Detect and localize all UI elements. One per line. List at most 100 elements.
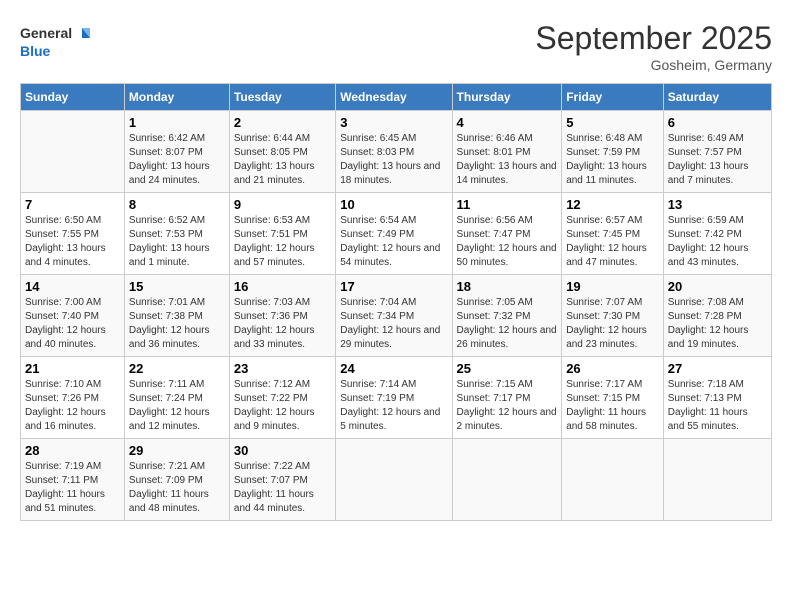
calendar-cell: 2 Sunrise: 6:44 AMSunset: 8:05 PMDaylight… (229, 111, 335, 193)
calendar-cell: 15 Sunrise: 7:01 AMSunset: 7:38 PMDayligh… (124, 275, 229, 357)
calendar-cell: 30 Sunrise: 7:22 AMSunset: 7:07 PMDayligh… (229, 439, 335, 521)
day-header-monday: Monday (124, 84, 229, 111)
calendar-cell: 8Sunrise: 6:52 AMSunset: 7:53 PMDaylight… (124, 193, 229, 275)
day-info: Sunrise: 6:57 AMSunset: 7:45 PMDaylight:… (566, 214, 659, 270)
day-info: Sunrise: 6:46 AMSunset: 8:01 PMDaylight:… (457, 132, 558, 188)
day-number: 7 (25, 197, 120, 212)
day-info: Sunrise: 7:21 AMSunset: 7:09 PMDaylight:… (129, 460, 225, 516)
day-info: Sunrise: 7:17 AMSunset: 7:15 PMDaylight:… (566, 378, 659, 434)
week-row-2: 7 Sunrise: 6:50 AMSunset: 7:55 PMDaylight… (21, 193, 772, 275)
page-header: General Blue September 2025 Gosheim, Ger… (20, 20, 772, 73)
calendar-cell: 12 Sunrise: 6:57 AMSunset: 7:45 PMDayligh… (562, 193, 664, 275)
day-info: Sunrise: 7:05 AMSunset: 7:32 PMDaylight:… (457, 296, 558, 352)
calendar-cell (336, 439, 452, 521)
day-header-wednesday: Wednesday (336, 84, 452, 111)
day-number: 29 (129, 443, 225, 458)
day-info: Sunrise: 7:15 AMSunset: 7:17 PMDaylight:… (457, 378, 558, 434)
day-info: Sunrise: 7:01 AMSunset: 7:38 PMDaylight:… (129, 296, 225, 352)
day-number: 24 (340, 361, 447, 376)
month-title: September 2025 (535, 20, 772, 57)
calendar-cell: 11 Sunrise: 6:56 AMSunset: 7:47 PMDayligh… (452, 193, 562, 275)
calendar-cell: 27 Sunrise: 7:18 AMSunset: 7:13 PMDayligh… (663, 357, 771, 439)
day-header-tuesday: Tuesday (229, 84, 335, 111)
day-number: 4 (457, 115, 558, 130)
calendar-cell: 20Sunrise: 7:08 AMSunset: 7:28 PMDayligh… (663, 275, 771, 357)
calendar-cell: 22Sunrise: 7:11 AMSunset: 7:24 PMDayligh… (124, 357, 229, 439)
day-info: Sunrise: 6:59 AMSunset: 7:42 PMDaylight:… (668, 214, 767, 270)
logo: General Blue (20, 20, 90, 65)
day-header-friday: Friday (562, 84, 664, 111)
calendar-cell: 14 Sunrise: 7:00 AMSunset: 7:40 PMDayligh… (21, 275, 125, 357)
day-info: Sunrise: 6:42 AMSunset: 8:07 PMDaylight:… (129, 132, 225, 188)
day-info: Sunrise: 6:44 AMSunset: 8:05 PMDaylight:… (234, 132, 331, 188)
day-info: Sunrise: 6:52 AMSunset: 7:53 PMDaylight:… (129, 214, 225, 270)
day-number: 15 (129, 279, 225, 294)
calendar-cell: 23 Sunrise: 7:12 AMSunset: 7:22 PMDayligh… (229, 357, 335, 439)
day-info: Sunrise: 7:19 AMSunset: 7:11 PMDaylight:… (25, 460, 120, 516)
day-info: Sunrise: 6:56 AMSunset: 7:47 PMDaylight:… (457, 214, 558, 270)
day-info: Sunrise: 7:04 AMSunset: 7:34 PMDaylight:… (340, 296, 447, 352)
day-number: 17 (340, 279, 447, 294)
day-info: Sunrise: 6:53 AMSunset: 7:51 PMDaylight:… (234, 214, 331, 270)
day-number: 2 (234, 115, 331, 130)
week-row-3: 14 Sunrise: 7:00 AMSunset: 7:40 PMDayligh… (21, 275, 772, 357)
day-number: 11 (457, 197, 558, 212)
header-row: SundayMondayTuesdayWednesdayThursdayFrid… (21, 84, 772, 111)
title-section: September 2025 Gosheim, Germany (535, 20, 772, 73)
day-number: 30 (234, 443, 331, 458)
calendar-table: SundayMondayTuesdayWednesdayThursdayFrid… (20, 83, 772, 521)
svg-text:Blue: Blue (20, 43, 51, 59)
day-info: Sunrise: 6:50 AMSunset: 7:55 PMDaylight:… (25, 214, 120, 270)
calendar-cell: 1 Sunrise: 6:42 AMSunset: 8:07 PMDaylight… (124, 111, 229, 193)
day-number: 19 (566, 279, 659, 294)
day-header-saturday: Saturday (663, 84, 771, 111)
day-info: Sunrise: 7:07 AMSunset: 7:30 PMDaylight:… (566, 296, 659, 352)
day-number: 3 (340, 115, 447, 130)
day-info: Sunrise: 6:54 AMSunset: 7:49 PMDaylight:… (340, 214, 447, 270)
day-number: 9 (234, 197, 331, 212)
calendar-cell: 4 Sunrise: 6:46 AMSunset: 8:01 PMDaylight… (452, 111, 562, 193)
day-info: Sunrise: 7:14 AMSunset: 7:19 PMDaylight:… (340, 378, 447, 434)
calendar-cell: 7 Sunrise: 6:50 AMSunset: 7:55 PMDaylight… (21, 193, 125, 275)
day-info: Sunrise: 6:49 AMSunset: 7:57 PMDaylight:… (668, 132, 767, 188)
svg-text:General: General (20, 25, 72, 41)
calendar-cell: 25Sunrise: 7:15 AMSunset: 7:17 PMDayligh… (452, 357, 562, 439)
calendar-cell (663, 439, 771, 521)
logo-svg: General Blue (20, 20, 90, 65)
calendar-cell: 6 Sunrise: 6:49 AMSunset: 7:57 PMDaylight… (663, 111, 771, 193)
calendar-cell (21, 111, 125, 193)
location: Gosheim, Germany (535, 57, 772, 73)
day-info: Sunrise: 7:10 AMSunset: 7:26 PMDaylight:… (25, 378, 120, 434)
calendar-cell: 5Sunrise: 6:48 AMSunset: 7:59 PMDaylight… (562, 111, 664, 193)
day-number: 18 (457, 279, 558, 294)
day-number: 20 (668, 279, 767, 294)
day-info: Sunrise: 7:00 AMSunset: 7:40 PMDaylight:… (25, 296, 120, 352)
day-info: Sunrise: 6:45 AMSunset: 8:03 PMDaylight:… (340, 132, 447, 188)
day-number: 12 (566, 197, 659, 212)
calendar-cell: 17 Sunrise: 7:04 AMSunset: 7:34 PMDayligh… (336, 275, 452, 357)
day-number: 6 (668, 115, 767, 130)
day-number: 14 (25, 279, 120, 294)
day-number: 1 (129, 115, 225, 130)
day-number: 27 (668, 361, 767, 376)
calendar-cell (562, 439, 664, 521)
calendar-cell (452, 439, 562, 521)
calendar-cell: 16Sunrise: 7:03 AMSunset: 7:36 PMDayligh… (229, 275, 335, 357)
day-number: 26 (566, 361, 659, 376)
day-number: 21 (25, 361, 120, 376)
calendar-cell: 24 Sunrise: 7:14 AMSunset: 7:19 PMDayligh… (336, 357, 452, 439)
day-info: Sunrise: 7:18 AMSunset: 7:13 PMDaylight:… (668, 378, 767, 434)
day-header-sunday: Sunday (21, 84, 125, 111)
calendar-cell: 18 Sunrise: 7:05 AMSunset: 7:32 PMDayligh… (452, 275, 562, 357)
day-number: 23 (234, 361, 331, 376)
calendar-cell: 10Sunrise: 6:54 AMSunset: 7:49 PMDayligh… (336, 193, 452, 275)
week-row-5: 28Sunrise: 7:19 AMSunset: 7:11 PMDayligh… (21, 439, 772, 521)
calendar-cell: 3 Sunrise: 6:45 AMSunset: 8:03 PMDaylight… (336, 111, 452, 193)
calendar-cell: 29 Sunrise: 7:21 AMSunset: 7:09 PMDayligh… (124, 439, 229, 521)
calendar-cell: 28Sunrise: 7:19 AMSunset: 7:11 PMDayligh… (21, 439, 125, 521)
calendar-cell: 9 Sunrise: 6:53 AMSunset: 7:51 PMDaylight… (229, 193, 335, 275)
day-info: Sunrise: 7:12 AMSunset: 7:22 PMDaylight:… (234, 378, 331, 434)
day-info: Sunrise: 6:48 AMSunset: 7:59 PMDaylight:… (566, 132, 659, 188)
calendar-cell: 19 Sunrise: 7:07 AMSunset: 7:30 PMDayligh… (562, 275, 664, 357)
day-info: Sunrise: 7:22 AMSunset: 7:07 PMDaylight:… (234, 460, 331, 516)
